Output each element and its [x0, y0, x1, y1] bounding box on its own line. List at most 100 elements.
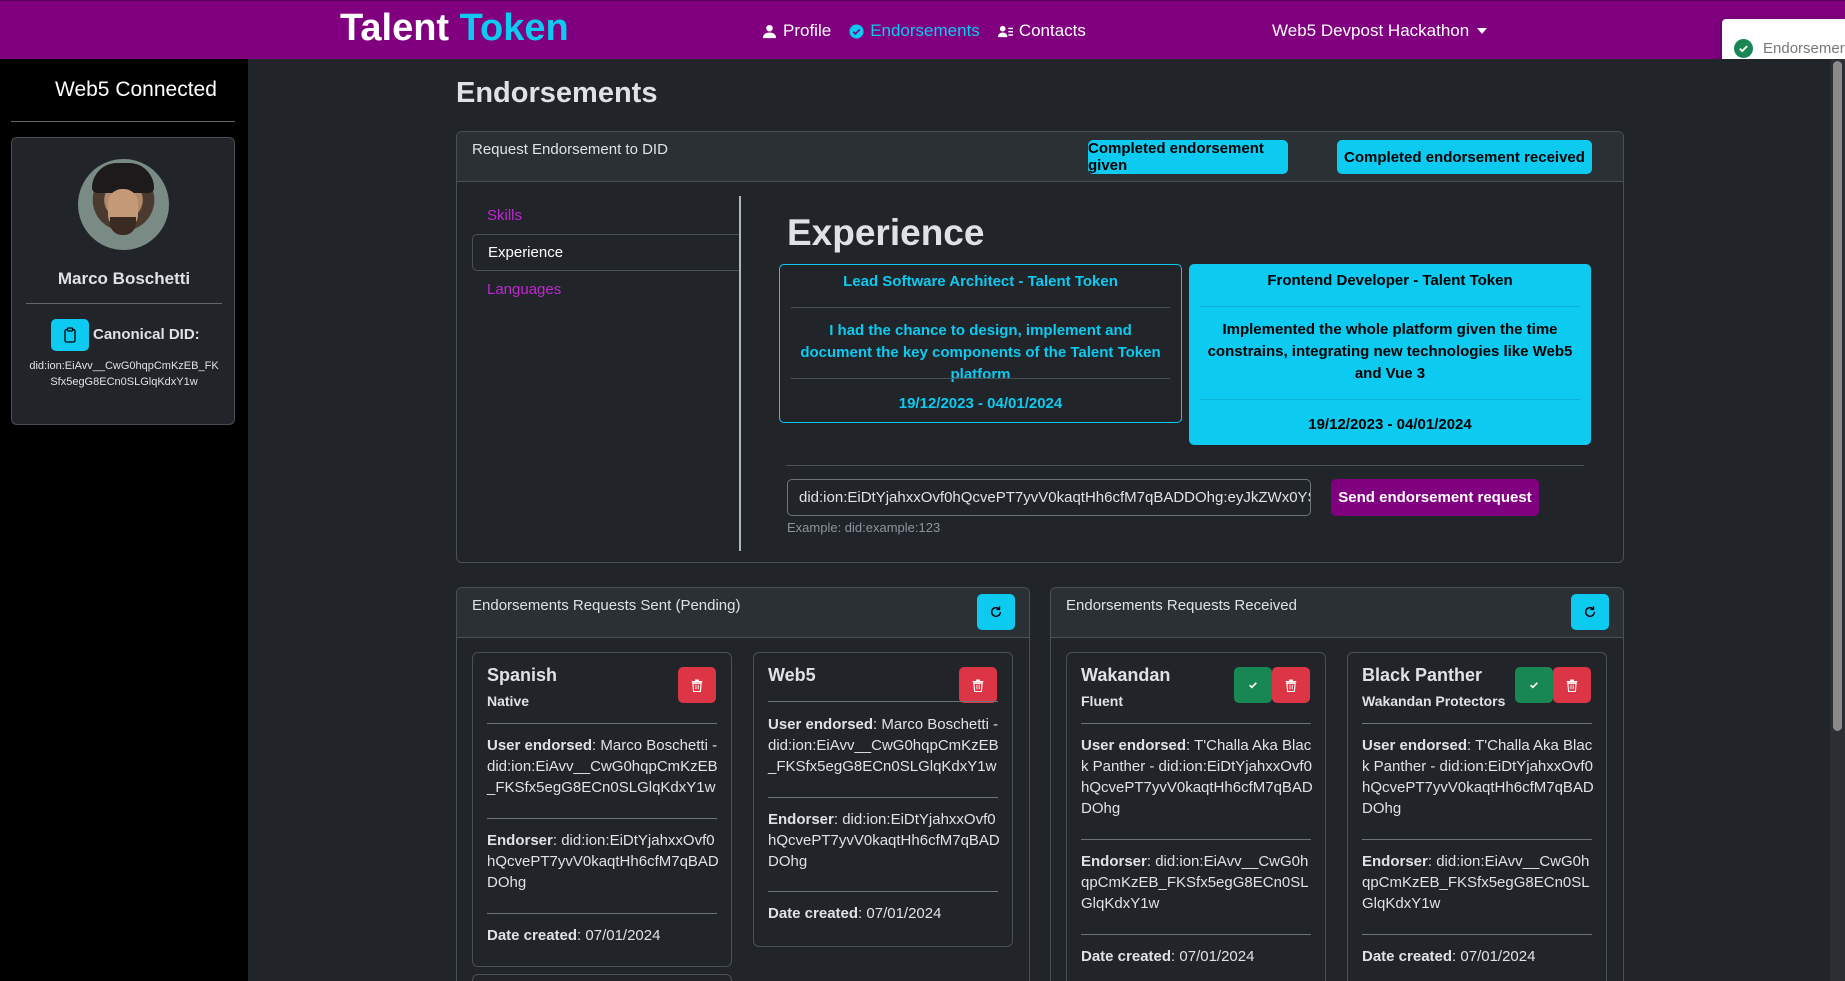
brand-token: Token: [459, 7, 569, 49]
endorsement-subtitle: Native: [487, 693, 530, 709]
endorsement-subtitle: Fluent: [1081, 693, 1123, 709]
did-value: did:ion:EiAvv__CwG0hqpCmKzEB_FKSfx5egG8E…: [29, 360, 219, 388]
scrollbar-thumb[interactable]: [1833, 61, 1842, 731]
avatar-beard: [110, 217, 136, 235]
tab-skills[interactable]: Skills: [472, 197, 739, 234]
field-label: Endorser: [768, 811, 834, 828]
delete-button[interactable]: [678, 667, 716, 703]
divider: [1362, 839, 1592, 840]
experience-dates: 19/12/2023 - 04/01/2024: [1308, 416, 1472, 433]
did-input[interactable]: did:ion:EiDtYjahxxOvf0hQcvePT7yvV0kaqtHh…: [787, 479, 1311, 516]
experience-title: Lead Software Architect - Talent Token: [843, 273, 1118, 290]
nav-profile[interactable]: Profile: [762, 21, 831, 41]
field-label: User endorsed: [1081, 737, 1187, 754]
person-icon: [762, 24, 777, 38]
divider: [1081, 723, 1311, 724]
field-label: Endorser: [487, 832, 553, 849]
event-dropdown-label: Web5 Devpost Hackathon: [1272, 21, 1470, 40]
check-icon: [1249, 682, 1257, 689]
completed-given-button[interactable]: Completed endorsement given: [1088, 140, 1288, 174]
divider: [1200, 399, 1580, 400]
nav-contacts[interactable]: Contacts: [997, 21, 1086, 41]
panel-title: Request Endorsement to DID: [472, 141, 668, 158]
nav-endorsements[interactable]: Endorsements: [849, 21, 980, 41]
endorsement-card: Wakandan Fluent User endorsed: T'Challa …: [1066, 652, 1326, 981]
experience-title: Frontend Developer - Talent Token: [1267, 272, 1513, 289]
divider: [1081, 839, 1311, 840]
divider: [487, 818, 717, 819]
date-created-field: Date created: 07/01/2024: [1362, 946, 1596, 967]
refresh-button[interactable]: [1571, 594, 1609, 630]
clipboard-icon: [64, 327, 76, 343]
nav-contacts-label: Contacts: [1018, 21, 1086, 40]
field-value: : 07/01/2024: [577, 927, 661, 944]
panel-header: Request Endorsement to DID Completed end…: [457, 132, 1623, 182]
did-input-hint: Example: did:example:123: [787, 520, 941, 535]
endorsement-card: [472, 974, 732, 981]
endorser-field: Endorser: did:ion:EiDtYjahxxOvf0hQcvePT7…: [487, 830, 721, 893]
refresh-button[interactable]: [977, 594, 1015, 630]
reject-button[interactable]: [1272, 667, 1310, 703]
accept-button[interactable]: [1234, 667, 1272, 703]
reject-button[interactable]: [1553, 667, 1591, 703]
event-dropdown[interactable]: Web5 Devpost Hackathon: [1272, 21, 1488, 41]
user-endorsed-field: User endorsed: T'Challa Aka Black Panthe…: [1081, 735, 1315, 819]
top-navbar: Talent Token Profile Endorsements Contac…: [0, 0, 1845, 59]
page-title: Endorsements: [456, 77, 658, 109]
delete-button[interactable]: [959, 667, 997, 703]
endorsement-name: Spanish: [487, 665, 558, 685]
divider: [1362, 934, 1592, 935]
user-endorsed-field: User endorsed: Marco Boschetti - did:ion…: [768, 714, 1002, 777]
divider: [487, 913, 717, 914]
endorser-field: Endorser: did:ion:EiAvv__CwG0hqpCmKzEB_F…: [1362, 851, 1596, 914]
field-label: User endorsed: [487, 737, 593, 754]
divider: [768, 701, 998, 702]
tab-languages[interactable]: Languages: [472, 271, 739, 308]
divider: [768, 797, 998, 798]
divider: [1362, 723, 1592, 724]
field-value: : 07/01/2024: [1452, 948, 1536, 965]
endorsement-subtitle: Wakandan Protectors: [1362, 693, 1506, 709]
panel-header: Endorsements Requests Sent (Pending): [457, 588, 1029, 638]
endorsement-name: Black Panther: [1362, 665, 1483, 685]
endorsement-card: Web5 User endorsed: Marco Boschetti - di…: [753, 652, 1013, 947]
completed-received-button[interactable]: Completed endorsement received: [1337, 140, 1592, 174]
user-endorsed-field: User endorsed: Marco Boschetti - did:ion…: [487, 735, 721, 798]
trash-icon: [691, 679, 703, 692]
refresh-icon: [990, 606, 1002, 618]
toast-text: Endorsement: [1763, 39, 1845, 57]
experience-description: I had the chance to design, implement an…: [800, 322, 1161, 383]
did-label: Canonical DID:: [93, 326, 200, 343]
trash-icon: [972, 679, 984, 692]
send-endorsement-button[interactable]: Send endorsement request: [1331, 479, 1539, 516]
endorsement-name: Web5: [768, 665, 816, 685]
divider: [768, 891, 998, 892]
divider: [1200, 306, 1580, 307]
experience-card[interactable]: Lead Software Architect - Talent Token I…: [779, 264, 1182, 423]
copy-did-button[interactable]: [51, 319, 89, 351]
tab-experience[interactable]: Experience: [472, 234, 739, 271]
divider: [791, 307, 1170, 308]
date-created-field: Date created: 07/01/2024: [487, 925, 721, 946]
field-value: : 07/01/2024: [1171, 948, 1255, 965]
requests-sent-panel: Endorsements Requests Sent (Pending) Spa…: [456, 587, 1030, 981]
field-label: Endorser: [1362, 853, 1428, 870]
divider: [26, 303, 222, 304]
request-endorsement-panel: Request Endorsement to DID Completed end…: [456, 131, 1624, 563]
check-icon: [1530, 682, 1538, 689]
field-label: User endorsed: [1362, 737, 1468, 754]
divider: [786, 465, 1584, 466]
profile-card: Marco Boschetti Canonical DID: did:ion:E…: [11, 137, 235, 425]
brand-logo[interactable]: Talent Token: [340, 7, 569, 50]
accept-button[interactable]: [1515, 667, 1553, 703]
panel-title: Endorsements Requests Received: [1066, 597, 1297, 614]
experience-description: Implemented the whole platform given the…: [1207, 321, 1573, 382]
field-label: Date created: [1362, 948, 1453, 965]
field-label: Date created: [1081, 948, 1172, 965]
panel-body: Skills Experience Languages Experience L…: [457, 182, 1623, 562]
experience-card-selected[interactable]: Frontend Developer - Talent Token Implem…: [1189, 264, 1591, 445]
panel-header: Endorsements Requests Received: [1051, 588, 1623, 638]
page-scrollbar[interactable]: [1830, 59, 1845, 981]
caret-down-icon: [1477, 28, 1488, 34]
date-created-field: Date created: 07/01/2024: [1081, 946, 1315, 967]
